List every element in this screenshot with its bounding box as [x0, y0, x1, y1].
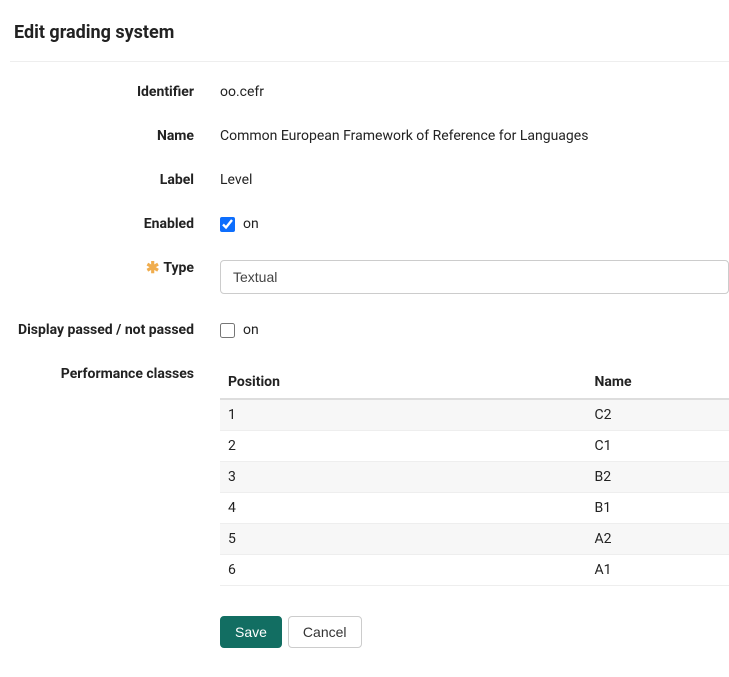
display-passed-label: Display passed / not passed — [10, 320, 220, 338]
name-value: Common European Framework of Reference f… — [220, 126, 729, 144]
cell-name: C2 — [586, 399, 729, 431]
cell-name: A1 — [586, 555, 729, 586]
cell-position: 4 — [220, 493, 586, 524]
type-label: ✱Type — [10, 258, 220, 276]
enabled-checkbox-wrapper[interactable]: on — [220, 216, 729, 232]
display-passed-checkbox[interactable] — [220, 323, 235, 338]
table-row[interactable]: 3 B2 — [220, 462, 729, 493]
cell-name: A2 — [586, 524, 729, 555]
display-passed-checkbox-wrapper[interactable]: on — [220, 322, 729, 338]
type-select[interactable]: Textual — [220, 260, 729, 294]
table-row[interactable]: 6 A1 — [220, 555, 729, 586]
enabled-checkbox[interactable] — [220, 217, 235, 232]
table-row[interactable]: 1 C2 — [220, 399, 729, 431]
cell-name: B2 — [586, 462, 729, 493]
required-icon: ✱ — [146, 258, 159, 277]
performance-classes-table: Position Name 1 C2 2 C1 3 B2 — [220, 366, 729, 586]
performance-classes-label: Performance classes — [10, 364, 220, 382]
identifier-value: oo.cefr — [220, 82, 729, 100]
grading-system-form: Identifier oo.cefr Name Common European … — [10, 82, 729, 648]
cell-position: 1 — [220, 399, 586, 431]
enabled-label: Enabled — [10, 214, 220, 232]
save-button[interactable]: Save — [220, 616, 282, 648]
page-title: Edit grading system — [14, 22, 729, 43]
divider — [10, 61, 729, 62]
cell-position: 5 — [220, 524, 586, 555]
label-label: Label — [10, 170, 220, 188]
cell-position: 2 — [220, 431, 586, 462]
cell-name: C1 — [586, 431, 729, 462]
cell-position: 3 — [220, 462, 586, 493]
name-label: Name — [10, 126, 220, 144]
enabled-text: on — [243, 216, 259, 232]
table-row[interactable]: 2 C1 — [220, 431, 729, 462]
table-row[interactable]: 5 A2 — [220, 524, 729, 555]
column-header-name: Name — [586, 366, 729, 399]
label-value: Level — [220, 170, 729, 188]
cell-position: 6 — [220, 555, 586, 586]
table-row[interactable]: 4 B1 — [220, 493, 729, 524]
cancel-button[interactable]: Cancel — [288, 616, 362, 648]
identifier-label: Identifier — [10, 82, 220, 100]
column-header-position: Position — [220, 366, 586, 399]
display-passed-text: on — [243, 322, 259, 338]
cell-name: B1 — [586, 493, 729, 524]
